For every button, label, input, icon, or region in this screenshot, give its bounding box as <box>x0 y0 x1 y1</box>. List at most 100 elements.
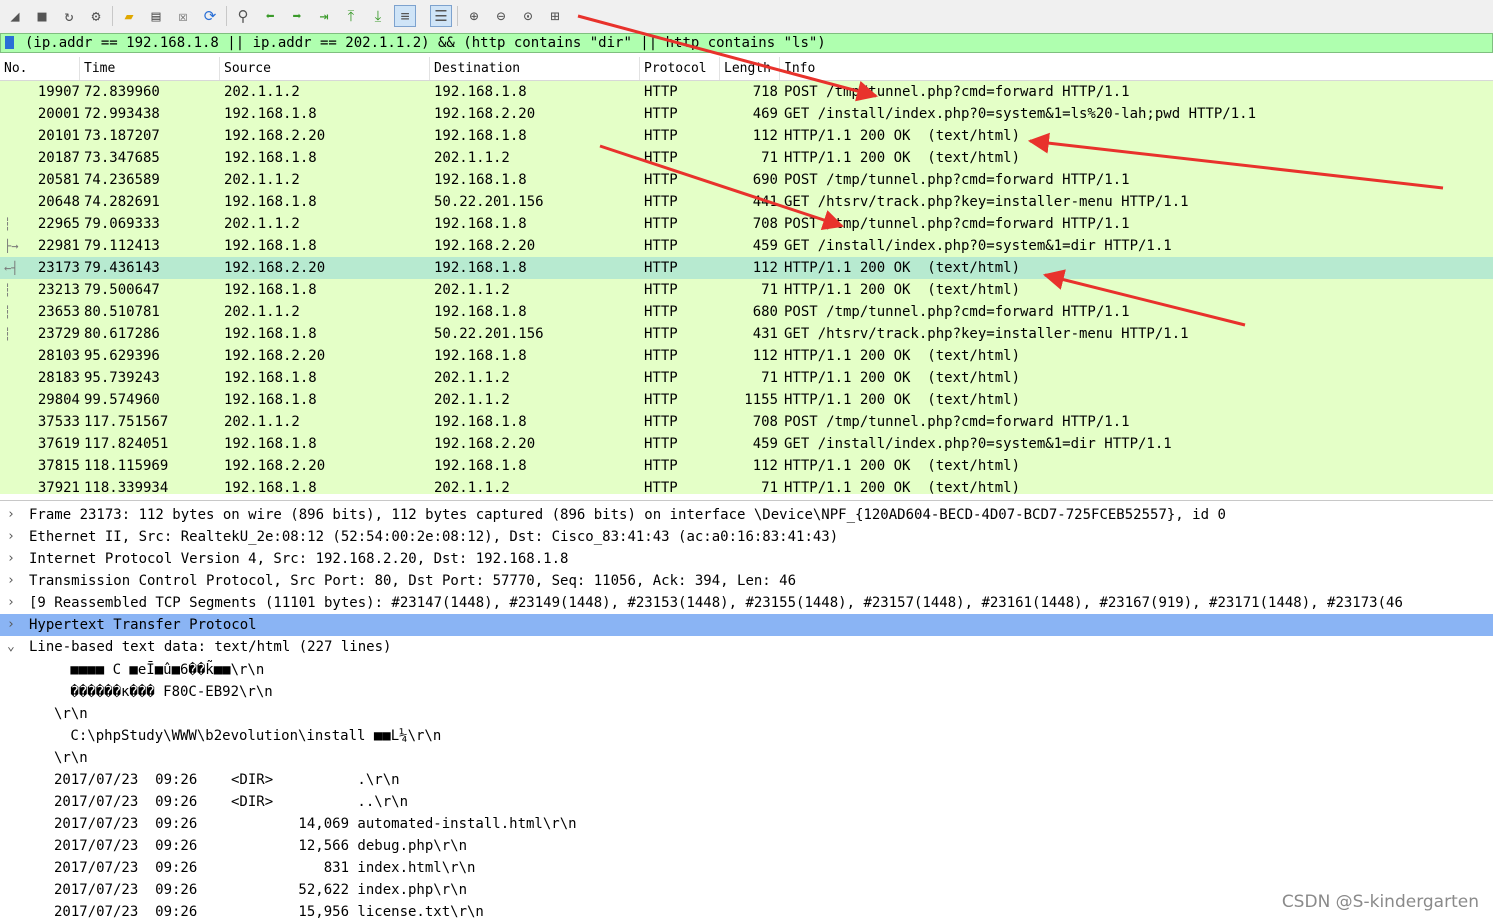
zoom-in-icon[interactable]: ⊕ <box>463 5 485 27</box>
packet-source: 192.168.1.8 <box>224 480 317 494</box>
packet-row[interactable]: 22981 79.112413 192.168.1.8 192.168.2.20 HTT… <box>0 235 1493 257</box>
watermark: CSDN @S-kindergarten <box>1281 892 1479 912</box>
resize-columns-icon[interactable]: ⊞ <box>544 5 566 27</box>
packet-row[interactable]: 37533 117.751567 202.1.1.2 192.168.1.8 HTTP 7… <box>0 411 1493 433</box>
packet-length: 112 <box>752 128 778 144</box>
reload-icon[interactable]: ⟳ <box>199 5 221 27</box>
text-data-line: 2017/07/23 09:26 52,622 index.php\r\n <box>54 882 468 898</box>
shark-fin-start-icon[interactable]: ◢ <box>4 5 26 27</box>
packet-row[interactable]: 23729 80.617286 192.168.1.8 50.22.201.156 HT… <box>0 323 1493 345</box>
packet-source: 192.168.2.20 <box>224 128 326 144</box>
packet-row[interactable]: 28103 95.629396 192.168.2.20 192.168.1.8 HTT… <box>0 345 1493 367</box>
packet-details[interactable]: › Frame 23173: 112 bytes on wire (896 bit… <box>0 500 1493 658</box>
packet-row[interactable]: 20101 73.187207 192.168.2.20 192.168.1.8 HTT… <box>0 125 1493 147</box>
chevron-right-icon[interactable]: › <box>7 526 15 548</box>
detail-tree-item[interactable]: › Internet Protocol Version 4, Src: 192.1… <box>0 548 1493 570</box>
packet-row[interactable]: 37815 118.115969 192.168.2.20 192.168.1.8 HT… <box>0 455 1493 477</box>
close-file-icon[interactable]: ☒ <box>172 5 194 27</box>
detail-tree-item[interactable]: › Frame 23173: 112 bytes on wire (896 bit… <box>0 504 1493 526</box>
packet-row[interactable]: 23173 79.436143 192.168.2.20 192.168.1.8 HTT… <box>0 257 1493 279</box>
packet-length: 1155 <box>744 392 778 408</box>
packet-length: 112 <box>752 260 778 276</box>
packet-row[interactable]: 23653 80.510781 202.1.1.2 192.168.1.8 HTTP 68… <box>0 301 1493 323</box>
packet-protocol: HTTP <box>644 128 678 144</box>
packet-info: POST /tmp/tunnel.php?cmd=forward HTTP/1.… <box>784 304 1130 320</box>
packet-destination: 192.168.1.8 <box>434 304 527 320</box>
packet-row[interactable]: 37921 118.339934 192.168.1.8 202.1.1.2 HTTP 7… <box>0 477 1493 494</box>
main-toolbar: ◢ ■ ↻ ⚙ ▰ ▤ ☒ ⟳ ⚲ ⬅ ➡ ⇥ ⤒ ⤓ ≡ ☰ ⊕ ⊖ ⊙ ⊞ <box>0 0 1493 34</box>
last-packet-icon[interactable]: ⤓ <box>367 5 389 27</box>
zoom-out-icon[interactable]: ⊖ <box>490 5 512 27</box>
packet-protocol: HTTP <box>644 304 678 320</box>
packet-destination: 50.22.201.156 <box>434 194 544 210</box>
first-packet-icon[interactable]: ⤒ <box>340 5 362 27</box>
packet-no: 28183 <box>37 370 80 386</box>
packet-destination: 192.168.2.20 <box>434 436 536 452</box>
bookmark-icon[interactable] <box>5 36 14 49</box>
packet-length: 71 <box>761 480 778 494</box>
related-packet-marker: ├→ <box>4 239 19 253</box>
autoscroll-icon[interactable]: ≡ <box>394 5 416 27</box>
save-file-icon[interactable]: ▤ <box>145 5 167 27</box>
column-header-info[interactable]: Info <box>780 57 1493 80</box>
column-header-source[interactable]: Source <box>220 57 430 80</box>
stop-capture-icon[interactable]: ■ <box>31 5 53 27</box>
find-packet-icon[interactable]: ⚲ <box>232 5 254 27</box>
packet-protocol: HTTP <box>644 414 678 430</box>
packet-row[interactable]: 19907 72.839960 202.1.1.2 192.168.1.8 HTTP 71… <box>0 81 1493 103</box>
packet-length: 71 <box>761 282 778 298</box>
packet-destination: 192.168.1.8 <box>434 216 527 232</box>
packet-row[interactable]: 20581 74.236589 202.1.1.2 192.168.1.8 HTTP 69… <box>0 169 1493 191</box>
packet-row[interactable]: 37619 117.824051 192.168.1.8 192.168.2.20 HT… <box>0 433 1493 455</box>
column-header-length[interactable]: Length <box>720 57 780 80</box>
packet-protocol: HTTP <box>644 326 678 342</box>
chevron-right-icon[interactable]: › <box>7 548 15 570</box>
go-forward-icon[interactable]: ➡ <box>286 5 308 27</box>
detail-tree-item[interactable]: ⌄ Line-based text data: text/html (227 li… <box>0 636 1493 658</box>
packet-source: 192.168.1.8 <box>224 238 317 254</box>
packet-destination: 50.22.201.156 <box>434 326 544 342</box>
packet-source: 192.168.2.20 <box>224 348 326 364</box>
capture-options-icon[interactable]: ⚙ <box>85 5 107 27</box>
packet-row[interactable]: 20648 74.282691 192.168.1.8 50.22.201.156 HT… <box>0 191 1493 213</box>
open-file-icon[interactable]: ▰ <box>118 5 140 27</box>
text-data-line: \r\n <box>54 750 88 766</box>
chevron-right-icon[interactable]: › <box>7 614 15 636</box>
packet-time: 79.436143 <box>84 260 160 276</box>
packet-row[interactable]: 28183 95.739243 192.168.1.8 202.1.1.2 HTTP 71… <box>0 367 1493 389</box>
packet-row[interactable]: 20187 73.347685 192.168.1.8 202.1.1.2 HTTP 71… <box>0 147 1493 169</box>
packet-time: 117.751567 <box>84 414 169 430</box>
display-filter-bar[interactable]: (ip.addr == 192.168.1.8 || ip.addr == 20… <box>0 33 1493 53</box>
restart-capture-icon[interactable]: ↻ <box>58 5 80 27</box>
packet-info: HTTP/1.1 200 OK (text/html) <box>784 480 1021 494</box>
packet-row[interactable]: 29804 99.574960 192.168.1.8 202.1.1.2 HTTP 11… <box>0 389 1493 411</box>
packet-info: POST /tmp/tunnel.php?cmd=forward HTTP/1.… <box>784 414 1130 430</box>
packet-list-header: No. Time Source Destination Protocol Len… <box>0 57 1493 81</box>
go-back-icon[interactable]: ⬅ <box>259 5 281 27</box>
packet-row[interactable]: 20001 72.993438 192.168.1.8 192.168.2.20 HTT… <box>0 103 1493 125</box>
normal-size-icon[interactable]: ⊙ <box>517 5 539 27</box>
detail-tree-item[interactable]: › [9 Reassembled TCP Segments (11101 byte… <box>0 592 1493 614</box>
column-header-destination[interactable]: Destination <box>430 57 640 80</box>
packet-destination: 202.1.1.2 <box>434 282 510 298</box>
column-header-protocol[interactable]: Protocol <box>640 57 720 80</box>
packet-list[interactable]: No. Time Source Destination Protocol Len… <box>0 57 1493 494</box>
related-packet-marker: ←┤ <box>4 261 19 275</box>
detail-tree-item[interactable]: › Ethernet II, Src: RealtekU_2e:08:12 (52… <box>0 526 1493 548</box>
detail-tree-item[interactable]: › Transmission Control Protocol, Src Port… <box>0 570 1493 592</box>
go-to-packet-icon[interactable]: ⇥ <box>313 5 335 27</box>
chevron-right-icon[interactable]: › <box>7 592 15 614</box>
packet-row[interactable]: 22965 79.069333 202.1.1.2 192.168.1.8 HTTP 70… <box>0 213 1493 235</box>
packet-row[interactable]: 23213 79.500647 192.168.1.8 202.1.1.2 HTTP 71… <box>0 279 1493 301</box>
packet-info: HTTP/1.1 200 OK (text/html) <box>784 392 1021 408</box>
display-filter-input[interactable]: (ip.addr == 192.168.1.8 || ip.addr == 20… <box>25 34 826 52</box>
column-header-no[interactable]: No. <box>0 57 80 80</box>
chevron-right-icon[interactable]: › <box>7 504 15 526</box>
chevron-down-icon[interactable]: ⌄ <box>7 636 15 658</box>
packet-protocol: HTTP <box>644 150 678 166</box>
colorize-icon[interactable]: ☰ <box>430 5 452 27</box>
chevron-right-icon[interactable]: › <box>7 570 15 592</box>
detail-tree-item[interactable]: › Hypertext Transfer Protocol <box>0 614 1493 636</box>
column-header-time[interactable]: Time <box>80 57 220 80</box>
packet-destination: 192.168.1.8 <box>434 414 527 430</box>
